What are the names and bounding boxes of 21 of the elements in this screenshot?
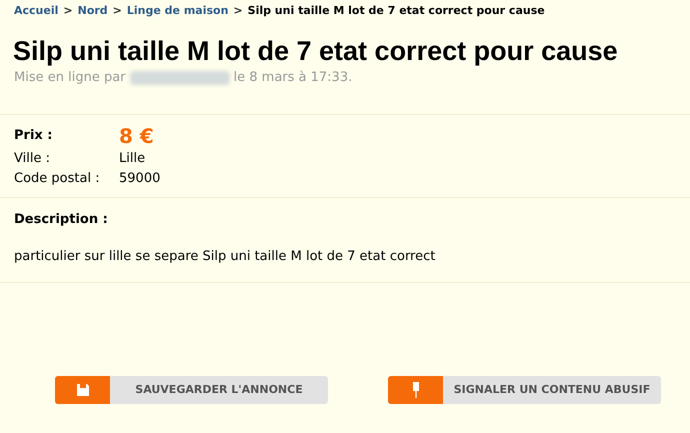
breadcrumb-link[interactable]: Accueil — [14, 2, 58, 20]
detail-label: Code postal : — [14, 170, 101, 188]
price-value: 8 € — [119, 123, 154, 149]
page-title: Silp uni taille M lot de 7 etat correct pour cause — [12, 35, 619, 67]
breadcrumb-separator: > — [112, 2, 122, 19]
breadcrumb-link[interactable]: Nord — [78, 2, 108, 20]
breadcrumb-separator: > — [233, 2, 243, 19]
description-text: particulier sur lille se separe Silp uni taille M lot de 7 etat correct — [14, 248, 436, 266]
action-button[interactable]: SAUVEGARDER L'ANNONCE — [55, 376, 328, 404]
posted-date: le 8 mars à 17:33. — [234, 69, 352, 88]
posted-by-label: Mise en ligne par — [14, 69, 126, 88]
detail-value: 59000 — [119, 170, 160, 188]
action-button[interactable]: SIGNALER UN CONTENU ABUSIF — [388, 376, 661, 404]
breadcrumb-link[interactable]: Linge de maison — [126, 2, 228, 20]
pin-icon — [412, 382, 420, 398]
detail-label: Ville : — [14, 150, 51, 168]
breadcrumb-separator: > — [63, 2, 73, 19]
detail-value: Lille — [119, 150, 146, 168]
description-heading: Description : — [14, 211, 109, 229]
detail-label: Prix : — [14, 127, 54, 146]
breadcrumb-current: Silp uni taille M lot de 7 etat correct pour cause — [248, 2, 545, 19]
